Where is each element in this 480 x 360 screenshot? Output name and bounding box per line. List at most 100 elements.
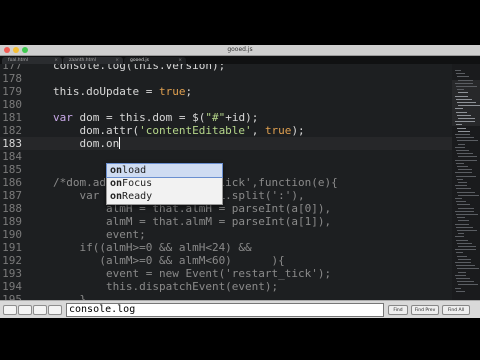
minimap-line <box>458 182 467 183</box>
minimap-line <box>455 172 472 174</box>
minimap-line <box>455 198 462 199</box>
code-line: almM = that.almM = parseInt(a[1]), <box>53 215 331 228</box>
code-line: if((almH>=0 && almH<24) && <box>53 241 251 254</box>
code-token: , <box>251 124 265 137</box>
code-line: dom.attr('contentEditable', true); <box>53 124 305 137</box>
minimap-line <box>455 236 464 238</box>
line-number: 190 <box>2 228 22 241</box>
app-window: gooed.js foal.html × zaanth.html × gooed.j… <box>0 45 480 318</box>
tab-zaanth-html[interactable]: zaanth.html × <box>63 57 123 64</box>
minimap-line <box>457 166 468 167</box>
minimap-line <box>455 274 466 276</box>
minimap-line <box>458 156 477 158</box>
minimap-line <box>455 134 470 135</box>
code-token: ); <box>291 124 305 137</box>
code-token: almM = that.almM = parseInt(a[1]), <box>53 215 332 228</box>
autocomplete-item[interactable]: onReady <box>107 190 222 203</box>
find-prev-button[interactable]: Find Prev <box>411 305 439 315</box>
minimap-line <box>457 204 470 206</box>
line-number: 187 <box>2 189 22 202</box>
tab-foal-html[interactable]: foal.html × <box>2 57 62 64</box>
minimap-line <box>456 111 467 113</box>
minimap-line <box>455 95 468 97</box>
find-button[interactable]: Find <box>388 305 408 315</box>
minimap-line <box>458 233 464 235</box>
autocomplete-completion: Focus <box>122 178 153 189</box>
minimap-line <box>455 82 473 84</box>
minimap-line <box>457 114 471 116</box>
code-token: event = new Event('restart_tick'); <box>53 267 332 280</box>
code-editor[interactable]: 177 178 179 180 181 182 183 184 185 186 187 188 189 1… <box>0 64 452 300</box>
minimap-line <box>457 89 464 91</box>
autocomplete-list: onload onFocus onReady <box>106 163 223 203</box>
minimap-line <box>455 210 474 212</box>
code-line: event = new Event('restart_tick'); <box>53 267 331 280</box>
minimap-line <box>456 86 477 87</box>
minimap-line <box>455 185 467 187</box>
wrap-icon[interactable] <box>48 305 62 315</box>
minimap-line <box>456 188 471 190</box>
code-token: dom = this.dom = $( <box>72 111 206 124</box>
line-number: 193 <box>2 267 22 280</box>
tab-bar: foal.html × zaanth.html × gooed.js × <box>0 56 480 64</box>
line-number: 178 <box>2 72 22 85</box>
code-token: true <box>158 85 186 98</box>
code-token: event; <box>53 228 146 241</box>
autocomplete-item[interactable]: onload <box>106 163 223 178</box>
minimap-line <box>455 223 469 225</box>
autocomplete-popup: onload onFocus onReady <box>106 163 223 205</box>
minimap-line <box>455 249 476 251</box>
tab-close-icon[interactable]: × <box>54 57 58 64</box>
minimap-line <box>458 143 465 145</box>
minimap-line <box>456 73 465 75</box>
line-number: 177 <box>2 64 22 72</box>
minimap-line <box>456 98 472 100</box>
case-icon[interactable] <box>18 305 32 315</box>
tab-close-icon[interactable]: × <box>178 57 182 64</box>
regex-icon[interactable] <box>3 305 17 315</box>
minimap-line <box>456 175 476 177</box>
line-number: 192 <box>2 254 22 267</box>
minimap-line <box>455 287 461 289</box>
minimap-line <box>456 124 462 126</box>
minimap-line <box>458 246 476 247</box>
line-number: 186 <box>2 176 22 189</box>
code-line: } <box>53 293 86 300</box>
minimap[interactable] <box>452 64 480 300</box>
code-line: var dom = this.dom = $("#"+id); <box>53 111 258 124</box>
minimap-line <box>458 194 479 196</box>
line-number: 180 <box>2 98 22 111</box>
minimap-line <box>458 271 466 273</box>
minimap-line <box>458 92 468 94</box>
code-token: 'contentEditable' <box>139 124 252 137</box>
code-token: ; <box>185 85 193 98</box>
code-token: true <box>264 124 292 137</box>
line-number: 189 <box>2 215 22 228</box>
minimap-line <box>455 146 465 148</box>
code-token: +id); <box>225 111 259 124</box>
minimap-line <box>456 137 474 139</box>
find-bar: console.log Find Find Prev Find All <box>0 300 480 318</box>
tab-close-icon[interactable]: × <box>115 57 119 64</box>
whole-word-icon[interactable] <box>33 305 47 315</box>
tab-gooed-js[interactable]: gooed.js × <box>124 57 186 64</box>
autocomplete-completion: load <box>122 165 147 176</box>
minimap-line <box>456 214 478 215</box>
tab-label: zaanth.html <box>69 58 97 63</box>
minimap-line <box>455 121 475 123</box>
code-token: var <box>53 111 73 124</box>
autocomplete-match: on <box>110 178 123 189</box>
find-all-button[interactable]: Find All <box>442 305 470 315</box>
line-number: 181 <box>2 111 22 124</box>
find-input[interactable]: console.log <box>66 303 384 317</box>
minimap-line <box>457 230 477 231</box>
code-line: this.dispatchEvent(event); <box>53 280 278 293</box>
autocomplete-match: on <box>110 165 123 176</box>
code-token: dom.on <box>53 137 120 150</box>
title-bar: gooed.js <box>0 45 480 56</box>
code-token: } <box>53 293 87 300</box>
minimap-line <box>456 239 468 241</box>
autocomplete-item[interactable]: onFocus <box>107 177 222 190</box>
minimap-line <box>456 290 465 292</box>
minimap-line <box>456 226 473 228</box>
